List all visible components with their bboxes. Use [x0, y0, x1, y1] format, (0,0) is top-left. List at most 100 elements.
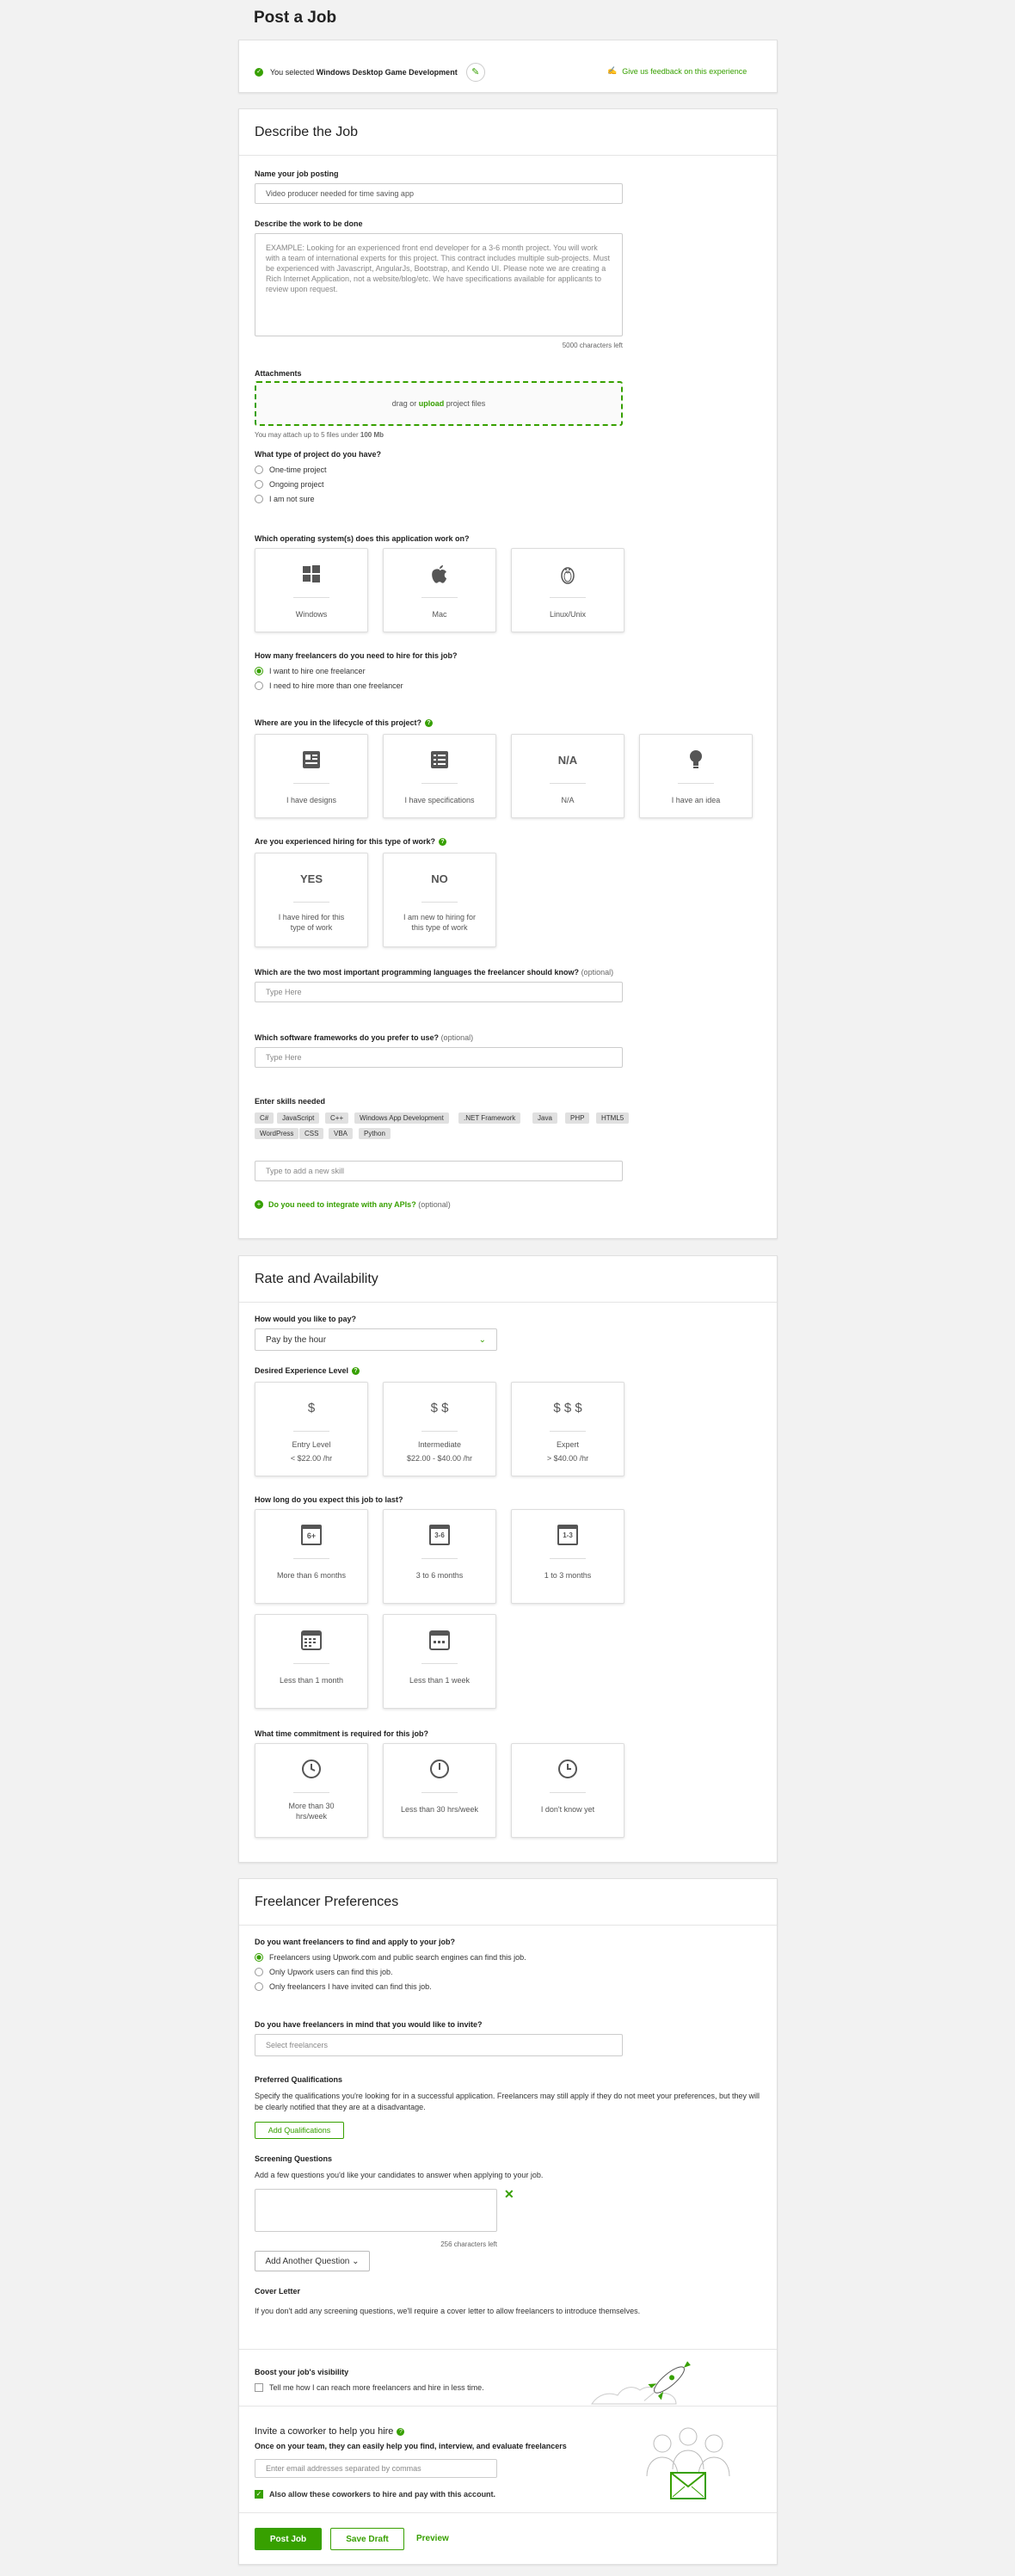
skill-chip[interactable]: Windows App Development [354, 1112, 449, 1124]
coworker-title: Invite a coworker to help you hire? [255, 2426, 405, 2437]
radio-label: Ongoing project [269, 480, 324, 489]
radio-button[interactable] [255, 1968, 263, 1976]
duration-tile-6plus[interactable]: 6+ More than 6 months [255, 1509, 368, 1604]
os-tile-mac[interactable]: Mac [383, 548, 496, 632]
duration-tile-less-week[interactable]: Less than 1 week [383, 1614, 496, 1709]
experienced-tile-no[interactable]: NO I am new to hiring for this type of w… [383, 853, 496, 947]
radio-button-selected[interactable] [255, 667, 263, 675]
help-icon[interactable]: ? [352, 1367, 360, 1376]
chars-left: 5000 characters left [562, 342, 623, 349]
os-tile-windows[interactable]: Windows [255, 548, 368, 632]
checkbox-checked[interactable]: ✓ [255, 2490, 263, 2499]
skill-chip[interactable]: C# [255, 1112, 274, 1124]
hire-one-option[interactable]: I want to hire one freelancer [255, 667, 366, 675]
select-freelancers-input[interactable]: Select freelancers [255, 2034, 623, 2056]
radio-button[interactable] [255, 1982, 263, 1991]
frameworks-input[interactable]: Type Here [255, 1047, 623, 1068]
commitment-tile-more-30[interactable]: More than 30 hrs/week [255, 1743, 368, 1838]
skill-chip[interactable]: JavaScript [277, 1112, 320, 1124]
duration-tile-less-month[interactable]: Less than 1 month [255, 1614, 368, 1709]
file-drop-zone[interactable]: drag or upload project files [255, 381, 623, 426]
experience-tile-expert[interactable]: $ $ $ Expert > $40.00 /hr [511, 1382, 624, 1476]
calendar-badge: 1-3 [557, 1525, 578, 1545]
radio-label: Only freelancers I have invited can find… [269, 1982, 432, 1991]
remove-question-icon[interactable]: ✕ [504, 2187, 514, 2202]
skill-chip[interactable]: PHP [565, 1112, 590, 1124]
radio-label: I need to hire more than one freelancer [269, 681, 403, 690]
add-skill-input[interactable]: Type to add a new skill [255, 1161, 623, 1181]
lifecycle-tile-na[interactable]: N/A N/A [511, 734, 624, 818]
optional-tag: (optional) [418, 1200, 451, 1209]
lifecycle-tile-specifications[interactable]: I have specifications [383, 734, 496, 818]
lifecycle-tile-idea[interactable]: I have an idea [639, 734, 753, 818]
visibility-option-upwork[interactable]: Only Upwork users can find this job. [255, 1968, 393, 1976]
experience-label: Desired Experience Level? [255, 1366, 360, 1376]
job-name-input[interactable]: Video producer needed for time saving ap… [255, 183, 623, 204]
work-description-textarea[interactable]: EXAMPLE: Looking for an experienced fron… [255, 233, 623, 336]
rocket-illustration-icon [583, 2354, 721, 2410]
radio-button[interactable] [255, 681, 263, 690]
visibility-option-invited[interactable]: Only freelancers I have invited can find… [255, 1982, 432, 1991]
experience-tile-entry[interactable]: $ Entry Level < $22.00 /hr [255, 1382, 368, 1476]
optional-tag: (optional) [581, 968, 614, 977]
na-icon: N/A [557, 753, 578, 767]
apis-toggle[interactable]: + Do you need to integrate with any APIs… [255, 1200, 451, 1209]
project-type-option-not-sure[interactable]: I am not sure [255, 495, 315, 503]
commitment-tile-unknown[interactable]: I don't know yet [511, 1743, 624, 1838]
radio-button[interactable] [255, 495, 263, 503]
skill-chip[interactable]: CSS [299, 1128, 324, 1139]
feedback-icon: ✍ [607, 66, 618, 75]
attach-note-size: 100 Mb [360, 431, 384, 439]
skill-chip[interactable]: HTML5 [596, 1112, 630, 1124]
help-icon[interactable]: ? [397, 2427, 405, 2436]
save-draft-button[interactable]: Save Draft [330, 2528, 404, 2550]
radio-button[interactable] [255, 480, 263, 489]
project-type-option-one-time[interactable]: One-time project [255, 465, 327, 474]
feedback-link[interactable]: ✍ Give us feedback on this experience [607, 66, 747, 76]
radio-button[interactable] [255, 465, 263, 474]
preview-link[interactable]: Preview [416, 2534, 449, 2543]
commitment-tile-less-30[interactable]: Less than 30 hrs/week [383, 1743, 496, 1838]
help-icon[interactable]: ? [425, 719, 434, 728]
attachments-label: Attachments [255, 369, 302, 378]
boost-label: Boost your job's visibility [255, 2368, 349, 2376]
duration-tile-1to3[interactable]: 1-3 1 to 3 months [511, 1509, 624, 1604]
help-icon[interactable]: ? [439, 838, 447, 847]
coworker-email-input[interactable]: Enter email addresses separated by comma… [255, 2459, 497, 2478]
skill-chip[interactable]: WordPress [255, 1128, 299, 1139]
apis-link[interactable]: Do you need to integrate with any APIs? [268, 1200, 416, 1209]
add-qualifications-button[interactable]: Add Qualifications [255, 2122, 344, 2139]
checkbox[interactable] [255, 2383, 263, 2392]
skill-chip[interactable]: C++ [325, 1112, 349, 1124]
skill-chip[interactable]: .NET Framework [458, 1112, 521, 1124]
post-job-button[interactable]: Post Job [255, 2528, 322, 2550]
visibility-option-public[interactable]: Freelancers using Upwork.com and public … [255, 1953, 526, 1962]
experience-tile-intermediate[interactable]: $ $ Intermediate $22.00 - $40.00 /hr [383, 1382, 496, 1476]
screening-question-textarea[interactable] [255, 2189, 497, 2232]
skill-chip[interactable]: VBA [329, 1128, 354, 1139]
coworker-permission-row[interactable]: ✓ Also allow these coworkers to hire and… [255, 2490, 495, 2499]
os-tile-linux[interactable]: Linux/Unix [511, 548, 624, 632]
drop-prefix: drag or [391, 399, 417, 408]
hire-multiple-option[interactable]: I need to hire more than one freelancer [255, 681, 403, 690]
radio-button-selected[interactable] [255, 1953, 263, 1962]
pay-type-select[interactable]: Pay by the hour ⌄ [255, 1328, 497, 1351]
experienced-tile-yes[interactable]: YES I have hired for this type of work [255, 853, 368, 947]
add-question-button[interactable]: Add Another Question ⌄ [255, 2251, 370, 2271]
project-type-option-ongoing[interactable]: Ongoing project [255, 480, 324, 489]
linux-penguin-icon [512, 563, 624, 585]
edit-pencil-icon[interactable]: ✎ [465, 63, 485, 82]
skill-chip[interactable]: Python [359, 1128, 391, 1139]
upload-link[interactable]: upload [419, 399, 445, 408]
experienced-label: Are you experienced hiring for this type… [255, 837, 447, 847]
calendar-month-icon [255, 1629, 367, 1651]
commitment-label: What time commitment is required for thi… [255, 1729, 429, 1738]
lifecycle-tile-designs[interactable]: I have designs [255, 734, 368, 818]
radio-label: Freelancers using Upwork.com and public … [269, 1953, 526, 1962]
duration-tile-3to6[interactable]: 3-6 3 to 6 months [383, 1509, 496, 1604]
languages-label: Which are the two most important program… [255, 968, 613, 977]
rate-availability-card: Rate and Availability How would you like… [238, 1255, 778, 1863]
skill-chip[interactable]: Java [532, 1112, 557, 1124]
boost-checkbox-row[interactable]: Tell me how I can reach more freelancers… [255, 2383, 484, 2392]
languages-input[interactable]: Type Here [255, 982, 623, 1002]
